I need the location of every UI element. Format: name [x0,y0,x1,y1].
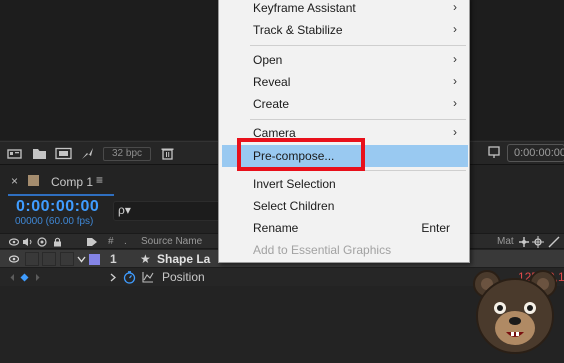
property-name-position: Position [162,270,205,284]
bit-depth-button[interactable]: 32 bpc [103,147,151,161]
switches-icons[interactable] [518,236,562,248]
column-number: # [108,236,114,247]
submenu-arrow-icon: › [453,0,457,14]
active-tab-indicator [8,194,114,196]
search-icon: ρ▾ [118,203,131,217]
menu-item-reveal[interactable]: Reveal › [219,71,469,93]
flowchart-icon[interactable] [487,146,502,159]
new-folder-icon[interactable] [32,147,47,160]
menu-item-create[interactable]: Create › [219,93,469,115]
layer-label-color[interactable] [89,254,100,265]
trash-icon[interactable] [160,147,175,160]
submenu-arrow-icon: › [453,22,457,36]
tab-comp-1[interactable]: Comp 1 [51,175,93,189]
column-separator: . [124,236,127,247]
menu-item-invert-selection[interactable]: Invert Selection [219,173,469,195]
comp-color-swatch [28,175,39,186]
av-features-icons[interactable] [9,237,65,247]
menu-separator [250,45,466,46]
solo-toggle[interactable] [42,252,56,266]
audio-toggle[interactable] [25,252,39,266]
visibility-eye-icon[interactable] [9,255,19,263]
label-tag-icon[interactable] [86,237,98,247]
menu-item-track-stabilize[interactable]: Track & Stabilize › [219,19,469,41]
new-composition-icon[interactable] [55,147,72,160]
layer-number: 1 [110,252,117,266]
keyframe-navigator-icon[interactable] [10,273,40,282]
column-mat[interactable]: Mat [497,236,514,247]
shape-layer-star-icon: ★ [140,252,151,266]
submenu-arrow-icon: › [453,74,457,88]
current-time-display[interactable]: 0:00:00:00 [16,198,99,216]
timecode-field[interactable]: 0:00:00:00 [507,144,564,162]
submenu-arrow-icon: › [453,52,457,66]
layer-context-menu: Keyframe Assistant › Track & Stabilize ›… [218,0,470,263]
menu-item-rename[interactable]: Rename Enter [219,217,469,239]
expand-chevron-down-icon[interactable] [77,256,86,263]
graph-editor-icon[interactable] [142,271,154,283]
close-tab-icon[interactable]: × [11,174,18,188]
bear-mascot-logo [473,270,557,354]
submenu-arrow-icon: › [453,125,457,139]
expand-chevron-right-icon[interactable] [110,273,116,282]
interpret-footage-icon[interactable] [7,147,22,160]
menu-item-add-to-essential-graphics: Add to Essential Graphics [253,243,392,257]
column-source-name[interactable]: Source Name [141,236,202,247]
submenu-arrow-icon: › [453,96,457,110]
menu-item-select-children[interactable]: Select Children [219,195,469,217]
project-settings-icon[interactable] [80,147,95,160]
panel-menu-icon[interactable]: ≡ [96,173,103,187]
frame-count-display: 00000 (60.00 fps) [15,216,94,227]
layer-name[interactable]: Shape La [157,252,210,266]
menu-separator [250,119,466,120]
stopwatch-icon[interactable] [123,271,136,284]
lock-toggle[interactable] [60,252,74,266]
menu-item-keyframe-assistant[interactable]: Keyframe Assistant › [219,0,469,19]
highlight-callout-box [237,138,365,171]
menu-item-open[interactable]: Open › [219,49,469,71]
shortcut-enter: Enter [421,221,450,235]
